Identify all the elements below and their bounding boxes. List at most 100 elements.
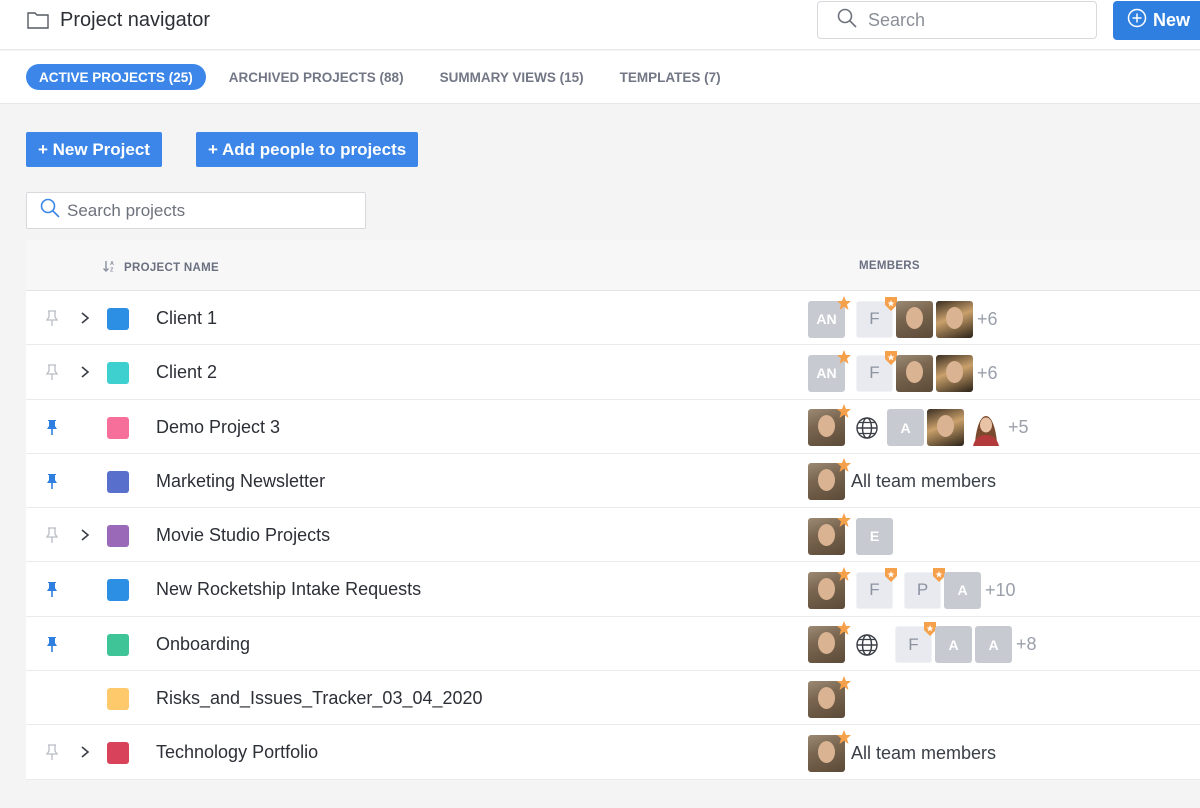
project-row[interactable]: Risks_and_Issues_Tracker_03_04_2020 [26, 671, 1200, 726]
member-avatar[interactable]: AN [808, 295, 851, 338]
member-avatar[interactable]: F [895, 622, 936, 664]
project-members: AN F +6 [808, 295, 998, 338]
member-avatar[interactable]: A [975, 626, 1012, 664]
avatar-initials: F [869, 309, 880, 328]
avatar-initials: AN [816, 311, 837, 327]
add-people-button[interactable]: + Add people to projects [196, 132, 419, 167]
project-tabs: ACTIVE PROJECTS (25) ARCHIVED PROJECTS (… [0, 51, 1200, 104]
project-row[interactable]: Demo Project 3 A +5 [26, 399, 1200, 454]
project-name[interactable]: Onboarding [156, 634, 250, 655]
project-members: A +5 [808, 404, 1029, 447]
global-search-input[interactable]: Search [817, 1, 1097, 39]
member-avatar[interactable] [936, 300, 973, 338]
more-members-count[interactable]: +8 [1016, 634, 1037, 655]
tab-templates[interactable]: TEMPLATES (7) [607, 64, 734, 90]
sort-icon: AZ [102, 259, 116, 276]
owner-avatar[interactable] [808, 458, 851, 501]
pinned-icon[interactable] [44, 635, 60, 653]
search-icon [39, 197, 61, 224]
member-avatar[interactable]: A [944, 571, 981, 609]
more-members-count[interactable]: +10 [985, 580, 1016, 601]
tab-archived-projects[interactable]: ARCHIVED PROJECTS (88) [216, 64, 417, 90]
project-name[interactable]: Client 2 [156, 362, 217, 383]
member-avatar[interactable]: A [887, 409, 924, 447]
project-name[interactable]: Risks_and_Issues_Tracker_03_04_2020 [156, 688, 483, 709]
member-avatar[interactable] [896, 354, 933, 392]
project-search-input[interactable]: Search projects [26, 192, 366, 229]
project-row[interactable]: New Rocketship Intake Requests F P A +10 [26, 562, 1200, 617]
top-bar: Project navigator Search New [0, 0, 1200, 50]
pin-icon[interactable] [44, 526, 60, 544]
avatar-initials: A [948, 636, 959, 653]
member-avatar[interactable]: AN [808, 349, 851, 392]
owner-avatar[interactable] [808, 729, 851, 772]
owner-star-icon [837, 512, 851, 527]
owner-avatar[interactable] [808, 512, 851, 555]
pin-icon[interactable] [44, 363, 60, 381]
member-avatar[interactable]: F [856, 296, 897, 338]
project-color-swatch [107, 633, 129, 656]
owner-avatar[interactable] [808, 621, 851, 664]
admin-shield-icon [885, 567, 897, 582]
avatar-initials: A [988, 636, 999, 653]
project-row[interactable]: Client 1 AN F +6 [26, 291, 1200, 346]
project-row[interactable]: Onboarding F A A +8 [26, 616, 1200, 672]
folder-icon [26, 8, 50, 32]
owner-avatar[interactable] [808, 404, 851, 447]
member-avatar[interactable]: E [856, 517, 893, 555]
member-avatar[interactable]: P [904, 567, 945, 609]
plus-circle-icon [1127, 8, 1147, 33]
project-color-swatch [107, 688, 129, 711]
project-members: AN F +6 [808, 349, 998, 392]
more-members-count[interactable]: +5 [1008, 417, 1029, 438]
search-icon [836, 7, 858, 34]
pinned-icon[interactable] [44, 418, 60, 436]
owner-star-icon [837, 458, 851, 473]
table-header: AZ PROJECT NAME MEMBERS [26, 240, 1200, 291]
page-title-text: Project navigator [60, 8, 211, 31]
sort-by-name[interactable]: AZ PROJECT NAME [102, 259, 219, 276]
project-row[interactable]: Client 2 AN F +6 [26, 345, 1200, 400]
chevron-right-icon[interactable] [78, 743, 92, 761]
project-name[interactable]: New Rocketship Intake Requests [156, 579, 421, 600]
chevron-right-icon[interactable] [78, 363, 92, 381]
member-avatar[interactable] [927, 409, 964, 447]
more-members-count[interactable]: +6 [977, 363, 998, 384]
member-avatar[interactable]: A [935, 626, 972, 664]
owner-star-icon [837, 621, 851, 636]
pin-icon[interactable] [44, 309, 60, 327]
new-button[interactable]: New [1113, 1, 1200, 40]
project-name[interactable]: Demo Project 3 [156, 417, 280, 438]
project-row[interactable]: Marketing Newsletter All team members [26, 453, 1200, 509]
project-name[interactable]: Marketing Newsletter [156, 471, 325, 492]
avatar-initials: P [916, 580, 929, 600]
project-color-swatch [107, 308, 129, 330]
member-avatar[interactable] [896, 300, 933, 338]
member-avatar[interactable] [967, 409, 1004, 447]
project-color-swatch [107, 362, 129, 385]
chevron-right-icon[interactable] [78, 309, 92, 327]
project-name[interactable]: Movie Studio Projects [156, 525, 330, 546]
member-avatar[interactable]: F [856, 567, 897, 609]
all-team-members-label: All team members [851, 742, 997, 763]
project-row[interactable]: Movie Studio Projects E [26, 508, 1200, 563]
svg-text:A: A [110, 261, 114, 267]
pinned-icon[interactable] [44, 472, 60, 490]
pinned-icon[interactable] [44, 580, 60, 598]
more-members-count[interactable]: +6 [977, 309, 998, 330]
owner-avatar[interactable] [808, 566, 851, 609]
owner-avatar[interactable] [808, 675, 851, 718]
project-name[interactable]: Client 1 [156, 308, 217, 329]
new-project-button[interactable]: + New Project [26, 132, 162, 167]
member-avatar[interactable]: F [856, 350, 897, 392]
chevron-right-icon[interactable] [78, 526, 92, 544]
project-color-swatch [107, 525, 129, 548]
avatar-initials: F [908, 634, 919, 654]
tab-summary-views[interactable]: SUMMARY VIEWS (15) [427, 64, 597, 90]
pin-icon[interactable] [44, 743, 60, 761]
tab-active-projects[interactable]: ACTIVE PROJECTS (25) [26, 64, 206, 90]
avatar-initials: F [869, 580, 880, 600]
member-avatar[interactable] [936, 354, 973, 392]
project-row[interactable]: Technology Portfolio All team members [26, 725, 1200, 780]
project-name[interactable]: Technology Portfolio [156, 742, 318, 763]
